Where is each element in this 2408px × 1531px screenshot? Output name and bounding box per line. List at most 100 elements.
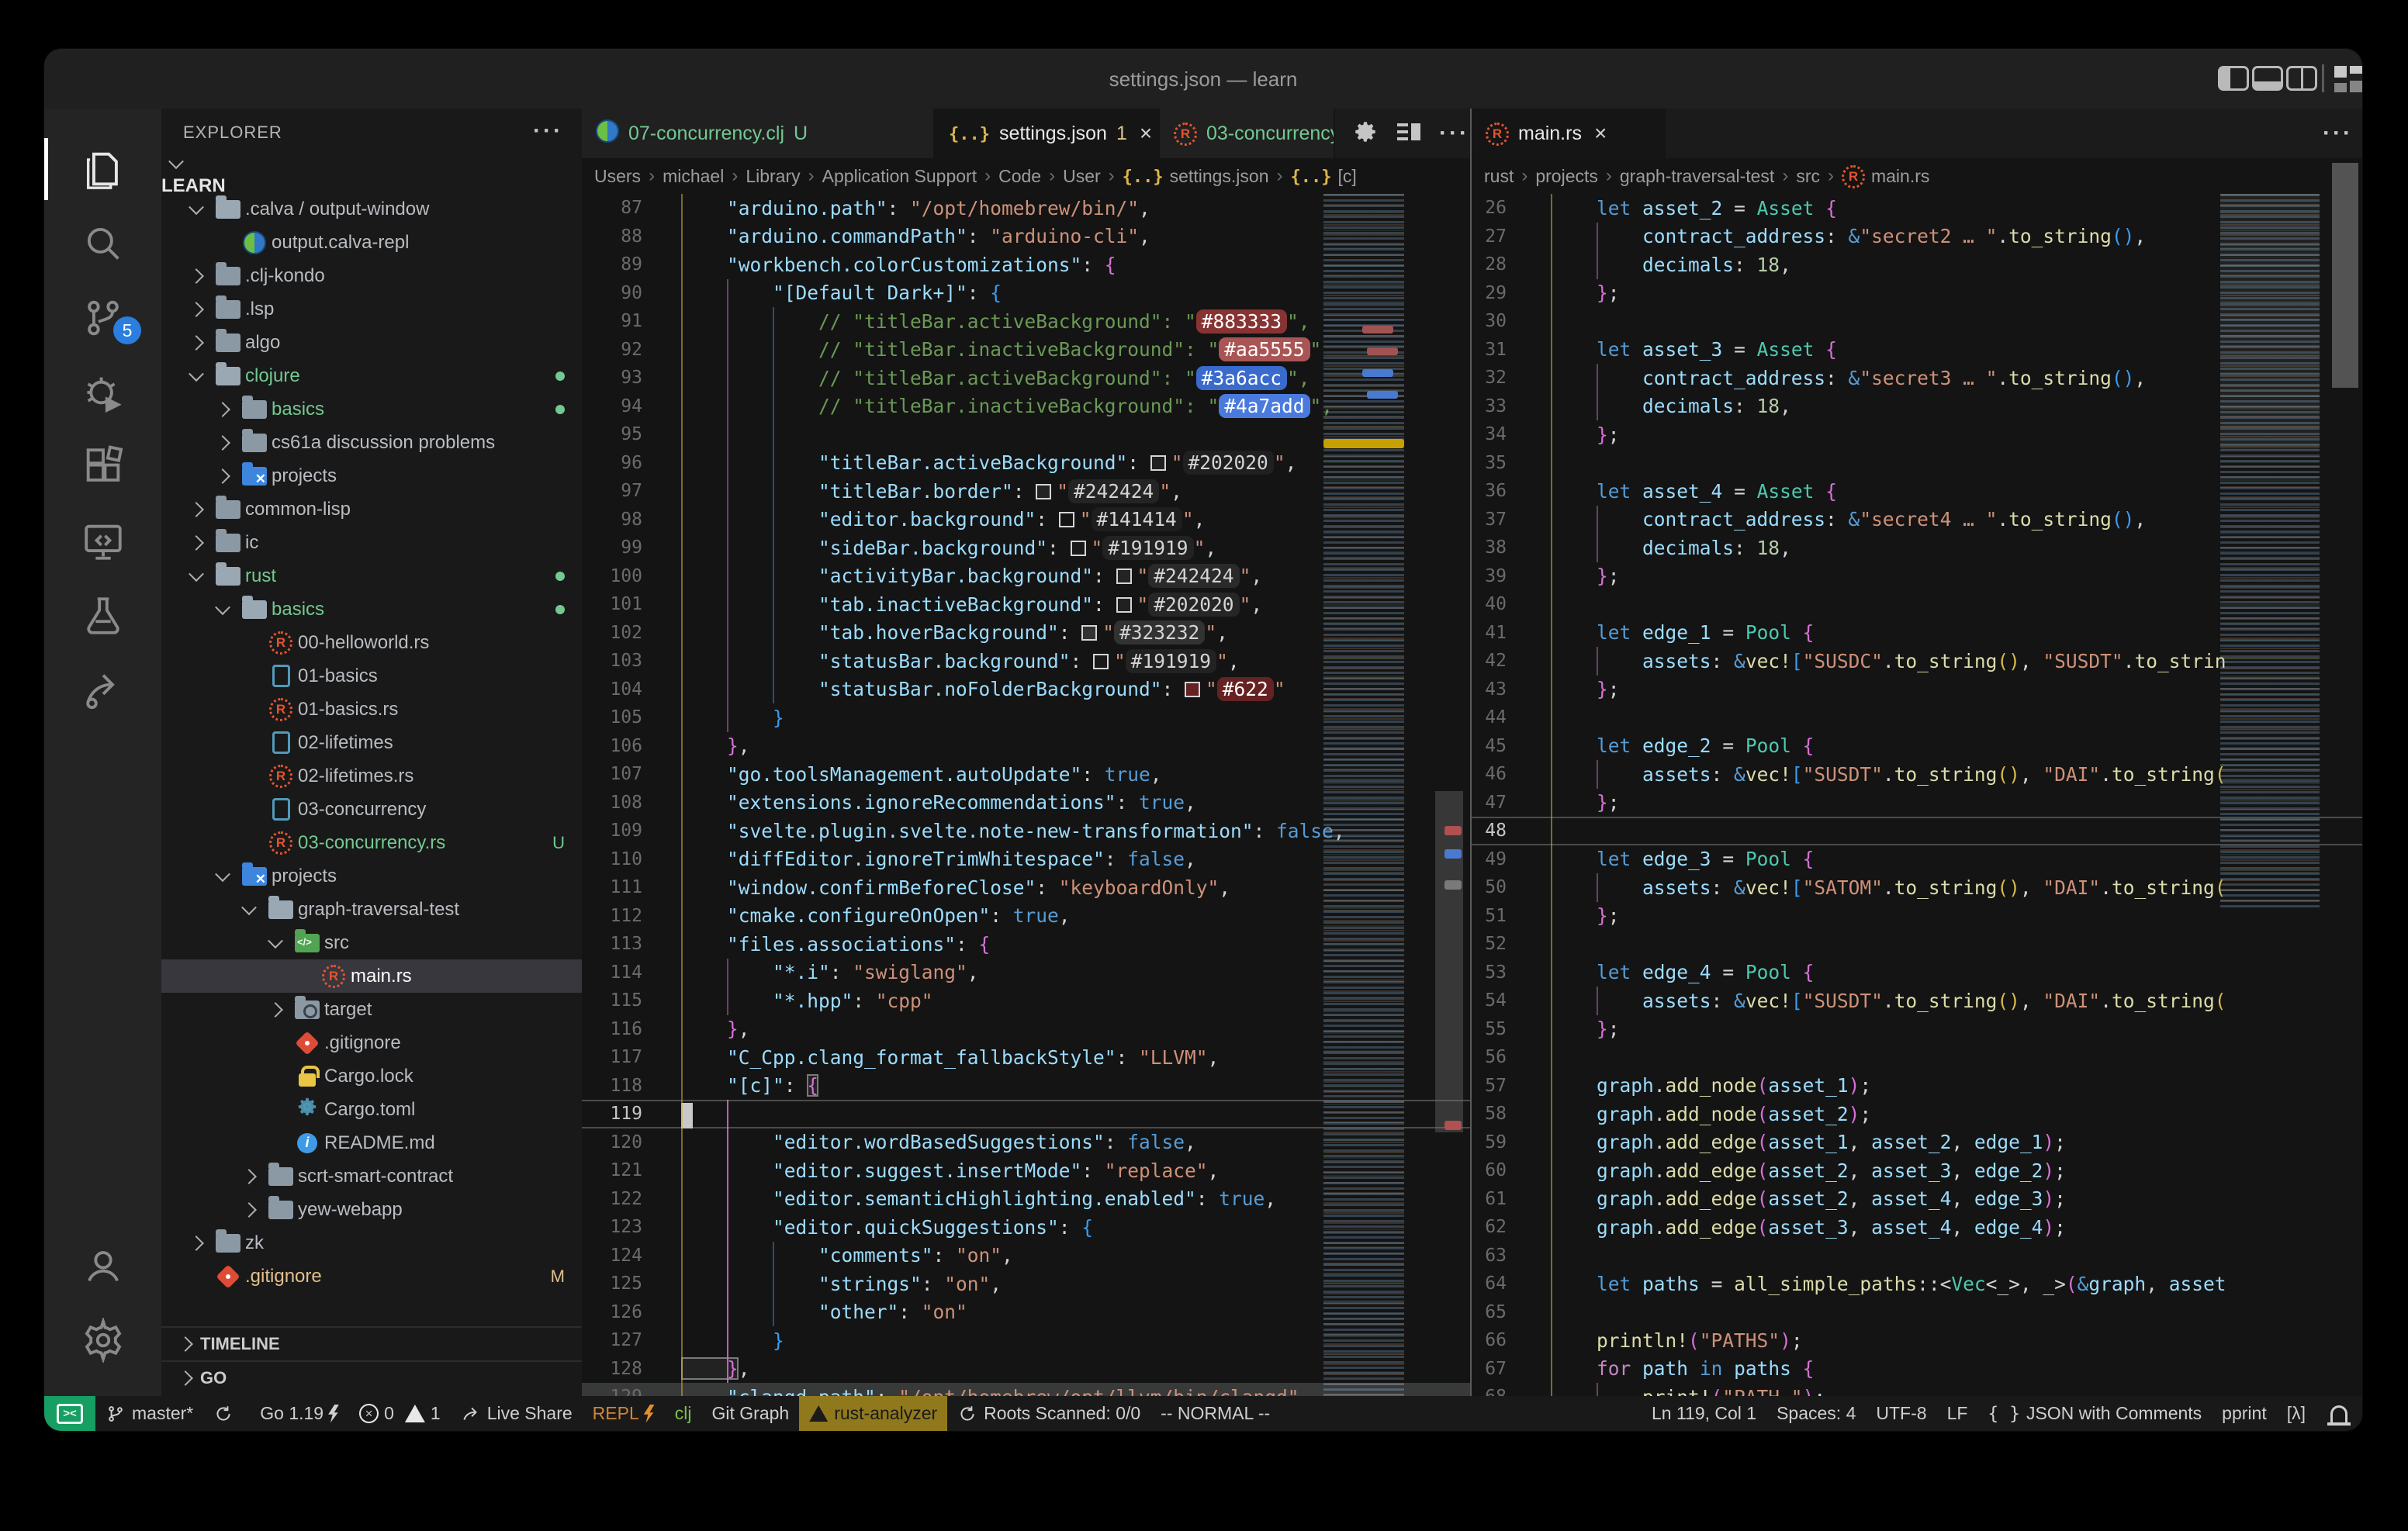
tree-item-02-lifetimes.rs[interactable]: R02-lifetimes.rs (161, 759, 582, 793)
status-notifications[interactable] (2316, 1396, 2362, 1431)
toggle-secondary-sidebar-icon[interactable] (2286, 66, 2317, 91)
tab-settings.json[interactable]: {..}settings.json1× (935, 109, 1160, 158)
breadcrumb-item[interactable]: rust (1484, 166, 1514, 187)
tree-item-common-lisp[interactable]: common-lisp (161, 492, 582, 526)
title-bar[interactable]: settings.json — learn (44, 49, 2362, 109)
explorer-more-actions-icon[interactable]: ··· (533, 118, 563, 144)
tab-close-icon[interactable]: × (1594, 121, 1607, 146)
run-debug-icon[interactable] (44, 355, 161, 430)
editor-group-divider[interactable] (1470, 109, 1472, 1396)
dots-icon[interactable]: ··· (1439, 120, 1469, 147)
tree-item-clojure[interactable]: clojure (161, 359, 582, 392)
tree-item-.clj-kondo[interactable]: .clj-kondo (161, 259, 582, 292)
status-vim-mode[interactable]: -- NORMAL -- (1150, 1396, 1280, 1431)
status-lambda[interactable]: [λ] (2277, 1396, 2316, 1431)
breadcrumb-item[interactable]: {..}[c] (1291, 166, 1357, 187)
breadcrumb-item[interactable]: User (1063, 166, 1101, 187)
settings-icon[interactable] (44, 1303, 161, 1377)
tree-item-projects[interactable]: projects (161, 859, 582, 893)
customize-layout-icon[interactable] (2334, 66, 2362, 92)
tree-item-zk[interactable]: zk (161, 1226, 582, 1260)
breadcrumb-item[interactable]: Application Support (822, 166, 977, 187)
tree-item-cargo.toml[interactable]: Cargo.toml (161, 1093, 582, 1126)
extensions-icon[interactable] (44, 430, 161, 504)
scrollbar-group-1[interactable] (1435, 791, 1463, 1132)
status-git-graph[interactable]: Git Graph (701, 1396, 799, 1431)
split-icon[interactable] (1397, 122, 1420, 146)
tree-item-.gitignore[interactable]: .gitignore (161, 1026, 582, 1059)
tree-item-01-basics[interactable]: 01-basics (161, 659, 582, 693)
tree-item-.lsp[interactable]: .lsp (161, 292, 582, 326)
status-go-version[interactable]: Go 1.19 (250, 1396, 349, 1431)
breadcrumbs-group-1[interactable]: Users›michael›Library›Application Suppor… (582, 158, 1470, 194)
tree-item-ic[interactable]: ic (161, 526, 582, 559)
tab-07-concurrency.clj[interactable]: 07-concurrency.cljU (582, 109, 935, 158)
breadcrumb-item[interactable]: {..}settings.json (1123, 166, 1269, 187)
toggle-sidebar-icon[interactable] (2218, 66, 2249, 91)
sidebar-section-timeline[interactable]: TIMELINE (161, 1326, 582, 1360)
tree-item-00-helloworld.rs[interactable]: R00-helloworld.rs (161, 626, 582, 659)
share-icon[interactable] (44, 653, 161, 727)
breadcrumb-item[interactable]: Library (746, 166, 800, 187)
status-sync[interactable] (203, 1396, 250, 1431)
breadcrumb-item[interactable]: projects (1535, 166, 1598, 187)
explorer-icon[interactable] (44, 132, 161, 206)
status-eol[interactable]: LF (1937, 1396, 1978, 1431)
tab-close-icon[interactable]: × (1140, 121, 1152, 146)
status-pprint[interactable]: pprint (2212, 1396, 2277, 1431)
breadcrumb-item[interactable]: graph-traversal-test (1620, 166, 1774, 187)
status-live-share[interactable]: Live Share (451, 1396, 583, 1431)
status-encoding[interactable]: UTF-8 (1866, 1396, 1936, 1431)
tab-03-concurrency.r[interactable]: R03-concurrency.r (1160, 109, 1335, 158)
status-roots-scanned[interactable]: Roots Scanned: 0/0 (947, 1396, 1150, 1431)
account-icon[interactable] (44, 1229, 161, 1303)
tab-main.rs[interactable]: Rmain.rs× (1472, 109, 1666, 158)
tree-item-algo[interactable]: algo (161, 326, 582, 359)
breadcrumb-item[interactable]: Users (594, 166, 641, 187)
status-clj[interactable]: clj (665, 1396, 702, 1431)
tree-item-src[interactable]: src (161, 926, 582, 959)
gear-icon[interactable] (1352, 119, 1379, 149)
live-preview-icon[interactable] (44, 504, 161, 579)
tree-item-basics[interactable]: basics (161, 593, 582, 626)
tree-item-readme.md[interactable]: iREADME.md (161, 1126, 582, 1159)
breadcrumb-item[interactable]: michael (663, 166, 724, 187)
testing-icon[interactable] (44, 579, 161, 653)
tree-item-graph-traversal-test[interactable]: graph-traversal-test (161, 893, 582, 926)
remote-indicator[interactable]: >< (44, 1396, 95, 1431)
tree-item-cs61a-discussion-problems[interactable]: cs61a discussion problems (161, 426, 582, 459)
tree-item-output.calva-repl[interactable]: output.calva-repl (161, 226, 582, 259)
tree-item-03-concurrency[interactable]: 03-concurrency (161, 793, 582, 826)
tree-item-02-lifetimes[interactable]: 02-lifetimes (161, 726, 582, 759)
status-indentation[interactable]: Spaces: 4 (1766, 1396, 1866, 1431)
tree-item-basics[interactable]: basics (161, 392, 582, 426)
status-cursor-position[interactable]: Ln 119, Col 1 (1642, 1396, 1766, 1431)
workspace-root-item[interactable]: LEARN (161, 158, 582, 192)
dots-icon[interactable]: ··· (2323, 120, 2353, 147)
tree-item-03-concurrency.rs[interactable]: R03-concurrency.rsU (161, 826, 582, 859)
tree-item-main.rs[interactable]: Rmain.rs (161, 959, 582, 993)
toggle-panel-icon[interactable] (2252, 66, 2283, 91)
status-problems[interactable]: ×01 (349, 1396, 451, 1431)
tree-item-rust[interactable]: rust (161, 559, 582, 593)
breadcrumb-item[interactable]: Rmain.rs (1842, 164, 1929, 188)
tree-item-projects[interactable]: projects (161, 459, 582, 492)
search-icon[interactable] (44, 206, 161, 281)
breadcrumbs-group-2[interactable]: rust›projects›graph-traversal-test›src›R… (1472, 158, 2362, 194)
status-git-branch[interactable]: master* (95, 1396, 203, 1431)
tree-item-cargo.lock[interactable]: Cargo.lock (161, 1059, 582, 1093)
tree-item-.gitignore[interactable]: .gitignoreM (161, 1260, 582, 1293)
tree-item-.calva-output-window[interactable]: .calva / output-window (161, 192, 582, 226)
tree-item-01-basics.rs[interactable]: R01-basics.rs (161, 693, 582, 726)
sidebar-section-go[interactable]: GO (161, 1360, 582, 1394)
tree-item-scrt-smart-contract[interactable]: scrt-smart-contract (161, 1159, 582, 1193)
breadcrumb-item[interactable]: src (1796, 166, 1820, 187)
breadcrumb-item[interactable]: Code (998, 166, 1041, 187)
status-rust-analyzer[interactable]: rust-analyzer (799, 1396, 947, 1431)
status-repl[interactable]: REPL (583, 1396, 665, 1431)
scrollbar-group-2[interactable] (2332, 163, 2358, 388)
tree-item-yew-webapp[interactable]: yew-webapp (161, 1193, 582, 1226)
tree-item-target[interactable]: target (161, 993, 582, 1026)
source-control-icon[interactable]: 5 (44, 281, 161, 355)
status-language-mode[interactable]: { }JSON with Comments (1977, 1396, 2212, 1431)
